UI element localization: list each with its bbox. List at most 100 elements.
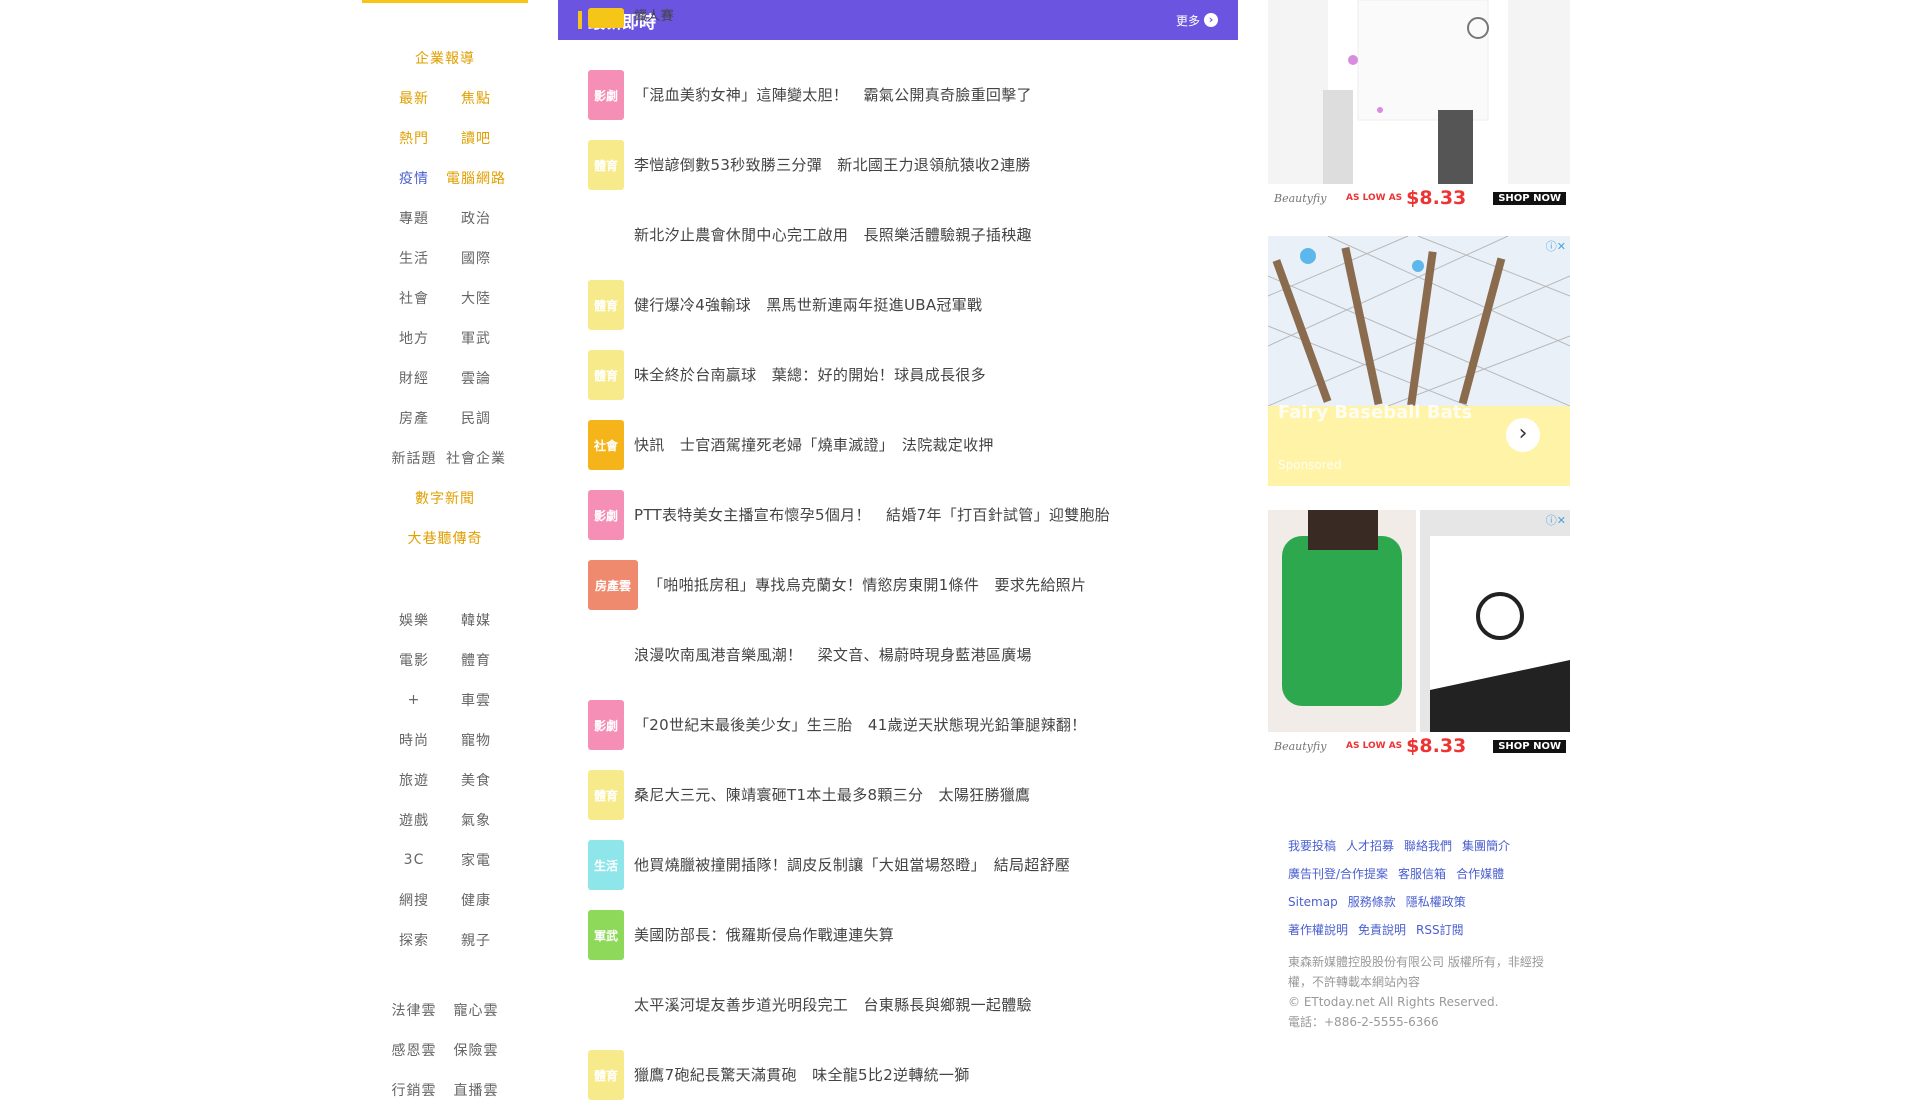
category-badge[interactable]: 體育	[588, 280, 624, 330]
news-headline[interactable]: 健行爆冷4強輸球 黑馬世新連兩年挺進UBA冠軍戰	[634, 294, 982, 316]
news-headline[interactable]: 味全終於台南贏球 葉總：好的開始！球員成長很多	[634, 364, 986, 386]
nav-item[interactable]: 健康	[445, 890, 507, 910]
news-item[interactable]: 軍武 美國防部長：俄羅斯侵烏作戰連連失算	[588, 910, 1188, 960]
nav-item[interactable]: 體育	[445, 650, 507, 670]
category-badge[interactable]: 影劇	[588, 70, 624, 120]
category-badge[interactable]: 體育	[588, 140, 624, 190]
nav-item[interactable]: 韓媒	[445, 610, 507, 630]
ad-banner-1[interactable]: Beautyfiy AS LOW AS $8.33 SHOP NOW	[1268, 0, 1570, 212]
nav-item[interactable]: 氣象	[445, 810, 507, 830]
nav-item[interactable]: 地方	[383, 328, 445, 348]
category-badge[interactable]: 軍武	[588, 910, 624, 960]
news-headline[interactable]: PTT表特美女主播宣布懷孕5個月！ 結婚7年「打百針試管」迎雙胞胎	[634, 504, 1110, 526]
news-headline[interactable]: 桑尼大三元、陳靖寰砸T1本土最多8顆三分 太陽狂勝獵鷹	[634, 784, 1030, 806]
nav-item[interactable]: 焦點	[445, 88, 507, 108]
nav-item[interactable]: 疫情	[383, 168, 445, 188]
nav-item[interactable]: 政治	[445, 208, 507, 228]
nav-item[interactable]: 房產	[383, 408, 445, 428]
category-badge[interactable]: 影劇	[588, 700, 624, 750]
nav-item[interactable]: 國際	[445, 248, 507, 268]
footer-link[interactable]: 我要投稿	[1288, 839, 1336, 853]
nav-item[interactable]: 時尚	[383, 730, 445, 750]
news-item[interactable]: 新北汐止農會休閒中心完工啟用 長照樂活體驗親子插秧趣	[588, 210, 1188, 260]
news-headline[interactable]: 鐵人賽	[634, 6, 674, 28]
footer-link[interactable]: 集團簡介	[1462, 839, 1510, 853]
nav-item[interactable]: 電影	[383, 650, 445, 670]
news-headline[interactable]: 獵鷹7砲紀長驚天滿貫砲 味全龍5比2逆轉統一獅	[634, 1064, 970, 1086]
ad-2-next-button[interactable]: ›	[1506, 418, 1540, 452]
nav-item[interactable]: 娛樂	[383, 610, 445, 630]
nav-item[interactable]: 網搜	[383, 890, 445, 910]
nav-item[interactable]: 行銷雲	[383, 1080, 445, 1100]
category-badge[interactable]: 生活	[588, 840, 624, 890]
news-item[interactable]: 體育 桑尼大三元、陳靖寰砸T1本土最多8顆三分 太陽狂勝獵鷹	[588, 770, 1188, 820]
footer-link[interactable]: 聯絡我們	[1404, 839, 1452, 853]
nav-item[interactable]: 3C	[383, 852, 445, 868]
news-headline[interactable]: 浪漫吹南風港音樂風潮！ 梁文音、楊蔚時現身藍港區廣場	[634, 644, 1032, 666]
news-item[interactable]: 太平溪河堤友善步道光明段完工 台東縣長與鄉親一起體驗	[588, 980, 1188, 1030]
nav-item[interactable]: 最新	[383, 88, 445, 108]
ad-2-info-icon[interactable]: ⓘ✕	[1546, 238, 1566, 254]
category-badge[interactable]: 影劇	[588, 490, 624, 540]
category-badge[interactable]: 體育	[588, 1050, 624, 1100]
category-badge[interactable]	[588, 8, 624, 28]
footer-link[interactable]: RSS訂閱	[1416, 923, 1464, 937]
news-item[interactable]: 房產雲 「啪啪抵房租」專找烏克蘭女！情慾房東開1條件 要求先給照片	[588, 560, 1188, 610]
nav-item[interactable]: 寵物	[445, 730, 507, 750]
ad-banner-3[interactable]: ⓘ✕ Beautyfiy AS LOW AS $8.33 SHOP NOW	[1268, 510, 1570, 760]
news-headline[interactable]: 快訊 士官酒駕撞死老婦「燒車滅證」 法院裁定收押	[634, 434, 994, 456]
news-headline[interactable]: 「啪啪抵房租」專找烏克蘭女！情慾房東開1條件 要求先給照片	[648, 574, 1086, 596]
footer-link[interactable]: 人才招募	[1346, 839, 1394, 853]
news-item[interactable]: 體育 獵鷹7砲紀長驚天滿貫砲 味全龍5比2逆轉統一獅	[588, 1050, 1188, 1100]
category-badge[interactable]: 房產雲	[588, 560, 638, 610]
news-item[interactable]: 影劇 「20世紀末最後美少女」生三胎 41歲逆天狀態現光鉛筆腿辣翻！	[588, 700, 1188, 750]
nav-item[interactable]: 讀吧	[445, 128, 507, 148]
nav-item[interactable]: 寵心雲	[445, 1000, 507, 1020]
nav-item[interactable]: 社會	[383, 288, 445, 308]
news-headline[interactable]: 「20世紀末最後美少女」生三胎 41歲逆天狀態現光鉛筆腿辣翻！	[634, 714, 1086, 736]
nav-item[interactable]: 探索	[383, 930, 445, 950]
ad-1-shop-now[interactable]: SHOP NOW	[1493, 191, 1566, 205]
news-item[interactable]: 影劇 PTT表特美女主播宣布懷孕5個月！ 結婚7年「打百針試管」迎雙胞胎	[588, 490, 1188, 540]
nav-item[interactable]: 民調	[445, 408, 507, 428]
nav-item[interactable]: 電腦網路	[445, 168, 507, 188]
nav-item[interactable]: 生活	[383, 248, 445, 268]
footer-link[interactable]: 隱私權政策	[1406, 895, 1466, 909]
news-item[interactable]: 體育 李愷諺倒數53秒致勝三分彈 新北國王力退領航猿收2連勝	[588, 140, 1188, 190]
nav-item[interactable]: 大陸	[445, 288, 507, 308]
nav-item[interactable]: 家電	[445, 850, 507, 870]
category-badge[interactable]	[588, 980, 624, 1030]
ad-3-info-icon[interactable]: ⓘ✕	[1546, 512, 1566, 528]
nav-item[interactable]: 遊戲	[383, 810, 445, 830]
nav-item[interactable]: 社會企業	[445, 448, 507, 468]
news-item[interactable]: 鐵人賽	[588, 0, 1188, 28]
category-badge[interactable]	[588, 210, 624, 260]
footer-link[interactable]: Sitemap	[1288, 895, 1338, 909]
nav-item[interactable]: 法律雲	[383, 1000, 445, 1020]
news-headline[interactable]: 美國防部長：俄羅斯侵烏作戰連連失算	[634, 924, 894, 946]
footer-link[interactable]: 免責說明	[1358, 923, 1406, 937]
news-item[interactable]: 社會 快訊 士官酒駕撞死老婦「燒車滅證」 法院裁定收押	[588, 420, 1188, 470]
ad-3-shop-now[interactable]: SHOP NOW	[1493, 739, 1566, 753]
news-headline[interactable]: 李愷諺倒數53秒致勝三分彈 新北國王力退領航猿收2連勝	[634, 154, 1031, 176]
nav-item[interactable]: 旅遊	[383, 770, 445, 790]
nav-item[interactable]: 直播雲	[445, 1080, 507, 1100]
news-headline[interactable]: 「混血美豹女神」這陣變太胆！ 霸氣公開真奇臉重回擊了	[634, 84, 1032, 106]
footer-link[interactable]: 客服信箱	[1398, 867, 1446, 881]
nav-item[interactable]: 熱門	[383, 128, 445, 148]
nav-item[interactable]: 美食	[445, 770, 507, 790]
footer-link[interactable]: 著作權說明	[1288, 923, 1348, 937]
footer-link[interactable]: 服務條款	[1348, 895, 1396, 909]
news-headline[interactable]: 新北汐止農會休閒中心完工啟用 長照樂活體驗親子插秧趣	[634, 224, 1032, 246]
nav-item[interactable]: +	[383, 692, 445, 708]
nav-item[interactable]: 財經	[383, 368, 445, 388]
nav-item[interactable]: 保險雲	[445, 1040, 507, 1060]
category-badge[interactable]: 體育	[588, 770, 624, 820]
nav-item[interactable]: 數字新聞	[415, 488, 475, 508]
footer-link[interactable]: 合作媒體	[1456, 867, 1504, 881]
footer-link[interactable]: 廣告刊登/合作提案	[1288, 867, 1388, 881]
category-badge[interactable]	[588, 630, 624, 680]
category-badge[interactable]: 體育	[588, 350, 624, 400]
nav-item[interactable]: 專題	[383, 208, 445, 228]
nav-item[interactable]: 雲論	[445, 368, 507, 388]
